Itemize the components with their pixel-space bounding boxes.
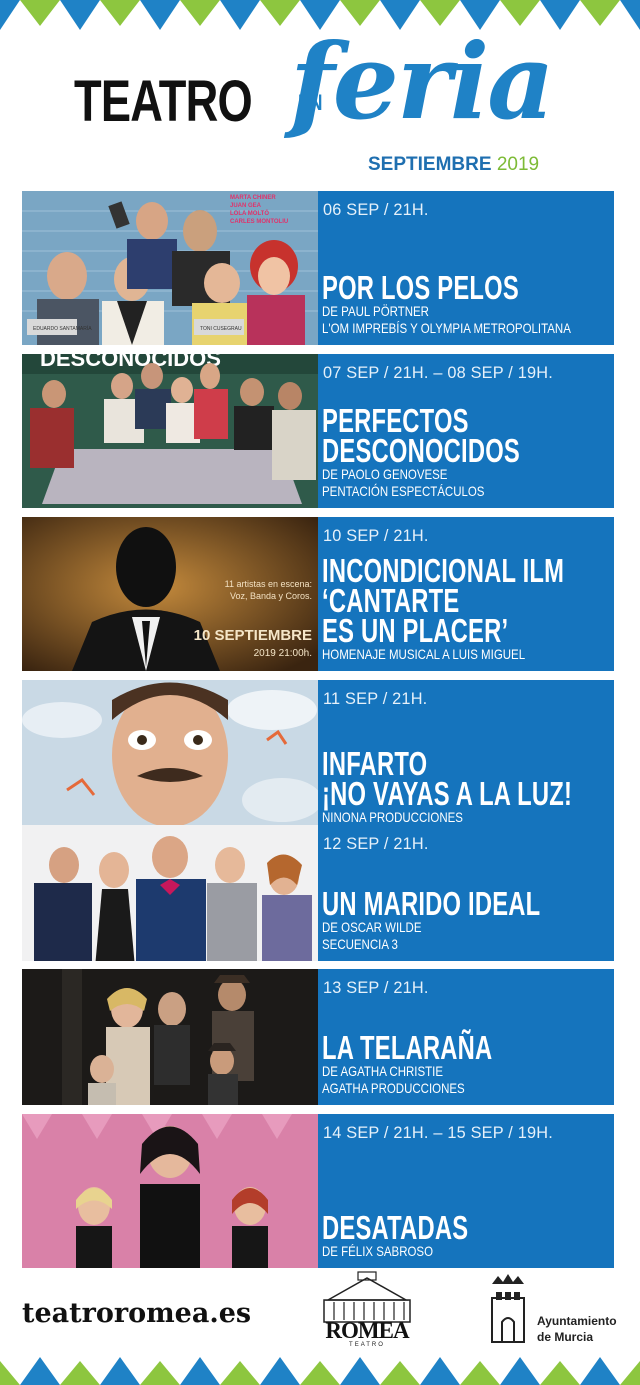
event-info: 06 SEP / 21H. POR LOS PELOS DE PAUL PÖRT… (318, 191, 614, 345)
poster-por-los-pelos: EDUARDO SANTAMARÍA TONI CUSEGRAU MARTA C… (22, 191, 318, 345)
event-title: PERFECTOS DESCONOCIDOS (322, 402, 520, 469)
event-info: 10 SEP / 21H. INCONDICIONAL ILM ‘CANTART… (318, 517, 614, 671)
poster-incondicional: 11 artistas en escena: Voz, Banda y Coro… (22, 517, 318, 671)
poster-date: 10 SEPTIEMBRE (194, 627, 312, 644)
event-author: HOMENAJE MUSICAL A LUIS MIGUEL (322, 646, 526, 662)
event-title: UN MARIDO IDEAL (322, 885, 541, 922)
website-link[interactable]: teatroromea.es (22, 1298, 251, 1329)
event-when: 14 SEP / 21H. – 15 SEP / 19H. (323, 1123, 553, 1142)
event-when: 06 SEP / 21H. (323, 200, 429, 219)
poster-desatadas (22, 1114, 318, 1268)
poster-cast-2: JUAN GEA (230, 203, 262, 209)
event-company: SECUENCIA 3 (322, 936, 398, 952)
event-card[interactable]: 13 SEP / 21H. LA TELARAÑA DE AGATHA CHRI… (22, 969, 614, 1105)
event-title: INFARTO ¡NO VAYAS A LA LUZ! (322, 745, 573, 812)
poster-time: 2019 21:00h. (254, 648, 312, 659)
event-text: UN MARIDO IDEAL DE OSCAR WILDE SECUENCIA… (322, 885, 612, 953)
bottom-diamond-border (0, 1357, 640, 1385)
poster-top-text: DESCONOCIDOS (40, 354, 221, 371)
event-card[interactable]: 11 SEP / 21H. INFARTO ¡NO VAYAS A LA LUZ… (22, 680, 614, 834)
event-author: DE PAOLO GENOVESE (322, 466, 448, 482)
event-when: 13 SEP / 21H. (323, 978, 429, 997)
event-card[interactable]: EDUARDO SANTAMARÍA TONI CUSEGRAU MARTA C… (22, 191, 614, 345)
event-author: DE FÉLIX SABROSO (322, 1243, 434, 1259)
event-when: 10 SEP / 21H. (323, 526, 429, 545)
poster-image (22, 680, 318, 834)
poster-la-telarana (22, 969, 318, 1105)
event-info: 13 SEP / 21H. LA TELARAÑA DE AGATHA CHRI… (318, 969, 614, 1105)
event-info: 07 SEP / 21H. – 08 SEP / 19H. PERFECTOS … (318, 354, 614, 508)
poster-image: EDUARDO SANTAMARÍA TONI CUSEGRAU MARTA C… (22, 191, 318, 345)
event-when: 11 SEP / 21H. (323, 689, 428, 708)
poster-cast-4: CARLES MONTOLIU (230, 219, 288, 225)
event-title: DESATADAS (322, 1209, 469, 1246)
festival-month: SEPTIEMBRE (368, 154, 492, 175)
event-when: 12 SEP / 21H. (323, 834, 429, 853)
event-company: NINONA PRODUCCIONES (322, 809, 463, 825)
event-company: AGATHA PRODUCCIONES (322, 1080, 465, 1096)
murcia-crown-logo (491, 1274, 525, 1343)
romea-wordmark: ROMEA (325, 1318, 409, 1343)
event-text: PERFECTOS DESCONOCIDOS DE PAOLO GENOVESE… (322, 402, 612, 500)
poster-infarto (22, 680, 318, 834)
ayuntamiento-label: Ayuntamiento de Murcia (537, 1313, 617, 1345)
event-text: LA TELARAÑA DE AGATHA CHRISTIE AGATHA PR… (322, 1029, 612, 1097)
poster-line-1: 11 artistas en escena: (225, 579, 312, 589)
poster-cast-1: MARTA CHINER (230, 195, 276, 201)
event-author: DE PAUL PÖRTNER (322, 303, 429, 319)
poster-image (22, 969, 318, 1105)
event-title: POR LOS PELOS (322, 269, 519, 306)
poster-line-2: Voz, Banda y Coros. (230, 591, 312, 601)
event-text: INFARTO ¡NO VAYAS A LA LUZ! NINONA PRODU… (322, 745, 612, 826)
event-company: L'OM IMPREBÍS Y OLYMPIA METROPOLITANA (322, 320, 571, 336)
event-company: PENTACIÓN ESPECTÁCULOS (322, 483, 485, 499)
poster-cast-3: LOLA MOLTÓ (230, 209, 269, 217)
event-info: 12 SEP / 21H. UN MARIDO IDEAL DE OSCAR W… (318, 825, 614, 961)
event-text: DESATADAS DE FÉLIX SABROSO (322, 1209, 612, 1260)
event-author: DE OSCAR WILDE (322, 919, 422, 935)
event-info: 14 SEP / 21H. – 15 SEP / 19H. DESATADAS … (318, 1114, 614, 1268)
poster-image (22, 825, 318, 961)
poster-image (22, 1114, 318, 1268)
event-info: 11 SEP / 21H. INFARTO ¡NO VAYAS A LA LUZ… (318, 680, 614, 834)
event-card[interactable]: DESCONOCIDOS 07 SEP / 21H. – 08 SEP / 19… (22, 354, 614, 508)
poster-tag-2: TONI CUSEGRAU (200, 326, 242, 332)
poster-image: DESCONOCIDOS (22, 354, 318, 508)
logo-feria: feria (290, 20, 555, 143)
poster-tag-1: EDUARDO SANTAMARÍA (33, 325, 92, 332)
event-card[interactable]: 11 artistas en escena: Voz, Banda y Coro… (22, 517, 614, 671)
event-text: INCONDICIONAL ILM ‘CANTARTE ES UN PLACER… (322, 552, 612, 663)
event-card[interactable]: 12 SEP / 21H. UN MARIDO IDEAL DE OSCAR W… (22, 825, 614, 961)
festival-date: SEPTIEMBRE 2019 (368, 155, 539, 174)
event-when: 07 SEP / 21H. – 08 SEP / 19H. (323, 363, 553, 382)
logo-teatro: TEATRO (74, 69, 253, 134)
event-card[interactable]: 14 SEP / 21H. – 15 SEP / 19H. DESATADAS … (22, 1114, 614, 1268)
event-title: INCONDICIONAL ILM ‘CANTARTE ES UN PLACER… (322, 552, 565, 649)
ayuntamiento-line-2: de Murcia (537, 1330, 594, 1344)
poster-perfectos-desconocidos: DESCONOCIDOS (22, 354, 318, 508)
poster-un-marido-ideal (22, 825, 318, 961)
event-title: LA TELARAÑA (322, 1029, 493, 1066)
festival-year: 2019 (496, 154, 540, 175)
ayuntamiento-line-1: Ayuntamiento (537, 1314, 617, 1328)
event-author: DE AGATHA CHRISTIE (322, 1063, 443, 1079)
poster-image: 11 artistas en escena: Voz, Banda y Coro… (22, 517, 318, 671)
event-text: POR LOS PELOS DE PAUL PÖRTNER L'OM IMPRE… (322, 269, 612, 337)
